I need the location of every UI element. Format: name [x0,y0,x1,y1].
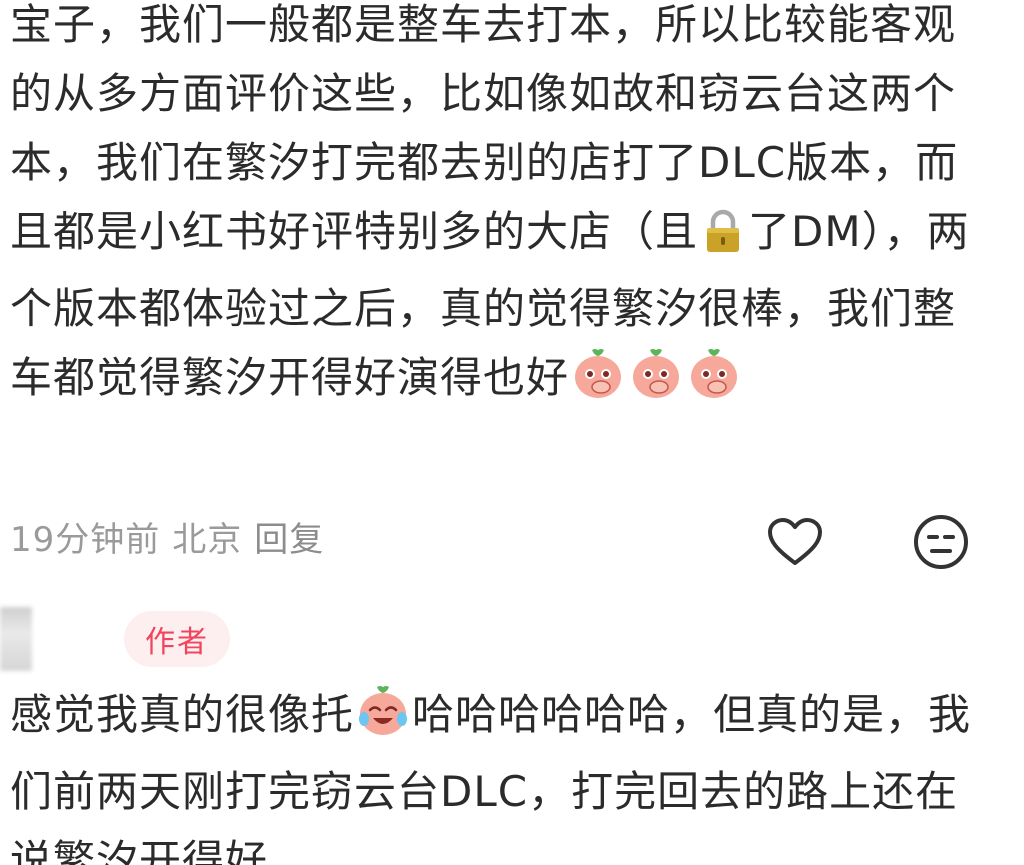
author-badge: 作者 [124,611,230,667]
comment-text: 宝子，我们一般都是整车去打本，所以比较能客观的从多方面评价这些，比如像如故和窃云… [10,0,984,420]
comment-meta: 19分钟前 北京 回复 [10,512,336,561]
timestamp: 19分钟前 [10,520,161,560]
covering-mouth-peach-emoji [571,346,625,420]
location: 北京 [172,520,243,560]
crying-laughing-peach-emoji [356,683,410,757]
meh-face-icon [914,515,968,569]
heart-outline-icon [768,518,822,565]
reply-button[interactable]: 回复 [254,520,324,560]
reply-text: 感觉我真的很像托 哈哈哈哈哈哈，但真的是，我们前两天刚打完窃云台DLC，打完回去… [10,680,984,865]
like-button[interactable] [764,511,826,573]
avatar[interactable] [0,607,32,671]
covering-mouth-peach-emoji [687,346,741,420]
reply-text-part-1: 感觉我真的很像托 [10,690,355,739]
covering-mouth-peach-emoji [629,346,683,420]
lock-icon [700,205,746,274]
dislike-button[interactable] [910,511,972,573]
